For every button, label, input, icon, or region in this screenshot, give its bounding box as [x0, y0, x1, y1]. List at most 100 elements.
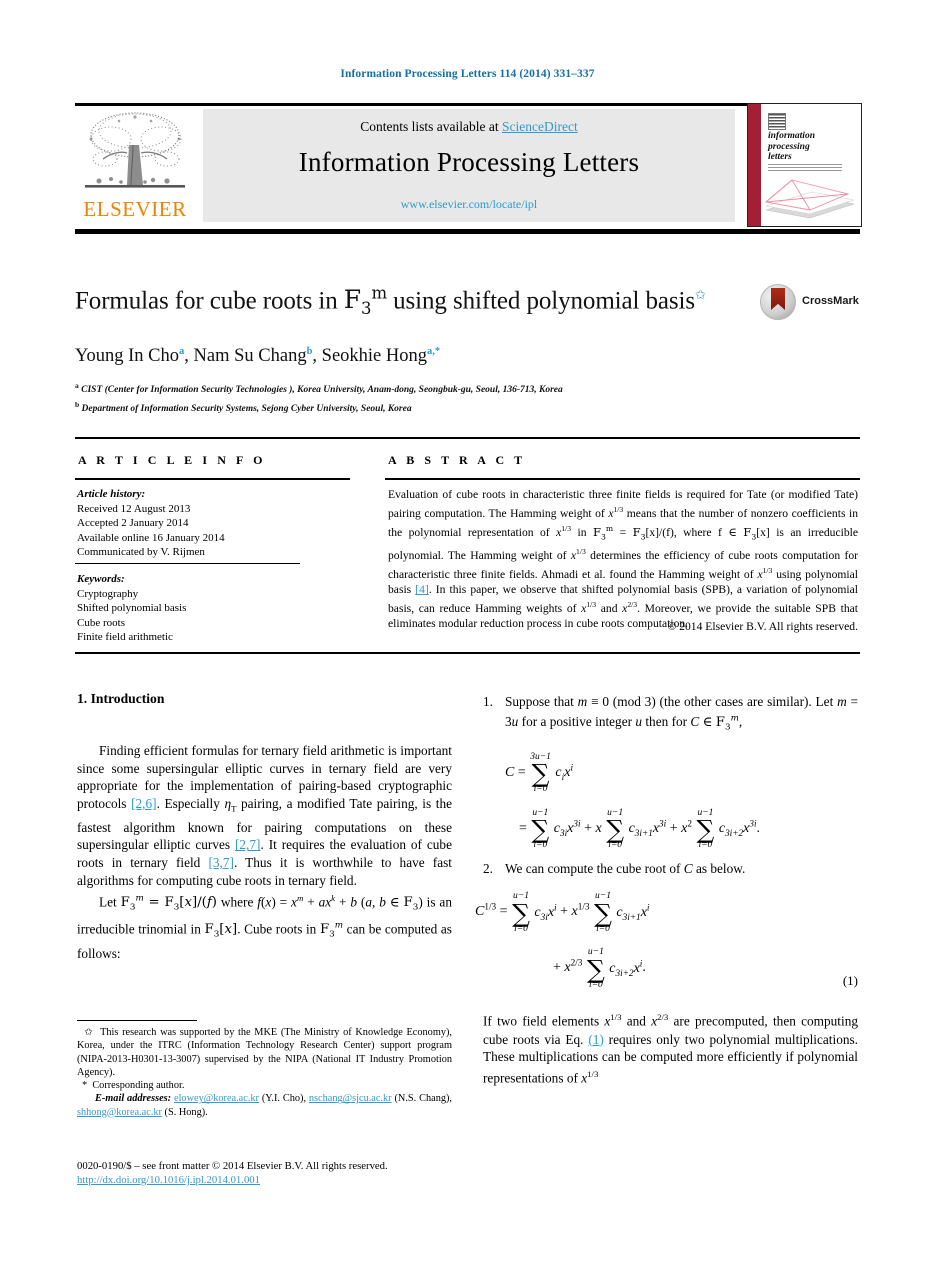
keyword-item: Finite field arithmetic: [77, 631, 173, 643]
citation-ref-4[interactable]: [4]: [415, 583, 429, 596]
history-keywords-divider: [75, 563, 300, 564]
email-addresses-label: E-mail addresses:: [95, 1093, 172, 1105]
numbered-list: 1. Suppose that m ≡ 0 (mod 3) (the other…: [483, 693, 858, 877]
math-inline: F3[x]: [204, 922, 238, 940]
section-title: Introduction: [90, 691, 165, 706]
title-part-2: using shifted polynomial basis: [387, 287, 695, 315]
equation-C-expansion: C = 3u−1 ∑ i=0 cixi: [505, 751, 574, 795]
author-affil-mark[interactable]: b: [307, 346, 313, 357]
cover-title-line-2: processing: [768, 141, 810, 152]
author-affil-mark[interactable]: a,*: [427, 346, 440, 357]
abstract-seg: [x]/(f), where f ∈: [645, 525, 744, 539]
running-head: Information Processing Letters 114 (2014…: [340, 68, 595, 80]
math-inline: F3m: [319, 920, 344, 940]
section-number: 1.: [77, 691, 88, 706]
author-list: Young In Choa, Nam Su Changb, Seokhie Ho…: [75, 346, 441, 367]
equation-1-line-2: + x2/3 u−1 ∑ i=0 c3i+2xi. (1): [553, 947, 858, 990]
summation-symbol: u−1 ∑ i=0: [594, 891, 612, 934]
author-name[interactable]: Nam Su Chang: [194, 346, 307, 366]
footnote-funding: ✩ This research was supported by the MKE…: [77, 1026, 452, 1079]
footnote-text: This research was supported by the MKE (…: [77, 1027, 452, 1078]
contents-band: Contents lists available at ScienceDirec…: [203, 109, 735, 222]
doi-link[interactable]: http://dx.doi.org/10.1016/j.ipl.2014.01.…: [77, 1174, 260, 1186]
article-info-heading: A R T I C L E I N F O: [78, 453, 267, 467]
abstract-text: Evaluation of cube roots in characterist…: [388, 487, 858, 631]
section-heading-introduction: 1. Introduction: [77, 690, 452, 708]
history-item: Available online 16 January 2014: [77, 531, 225, 544]
equation-ref-1[interactable]: (1): [588, 1032, 604, 1047]
crossmark-icon[interactable]: [760, 284, 796, 320]
crossmark-badge-group[interactable]: CrossMark: [760, 284, 860, 320]
email-link-cho[interactable]: elowey@korea.ac.kr: [174, 1093, 259, 1104]
summation-symbol: u−1 ∑ i=0: [512, 891, 530, 934]
field-symbol: F3: [743, 524, 757, 542]
affiliation-mark: b: [75, 400, 80, 410]
info-mid-rule-left: [75, 478, 350, 480]
elsevier-wordmark: ELSEVIER: [83, 197, 187, 221]
para-seg: . Cube roots in: [237, 921, 320, 937]
email-link-hong[interactable]: shhong@korea.ac.kr: [77, 1107, 162, 1118]
citation-ref-2-6[interactable]: [2,6]: [131, 796, 156, 811]
keyword-item: Cryptography: [77, 587, 139, 600]
page-title: Formulas for cube roots in F3m using shi…: [75, 278, 715, 324]
issn-footer: 0020-0190/$ – see front matter © 2014 El…: [77, 1159, 477, 1187]
history-item: Communicated by V. Rijmen: [77, 546, 205, 558]
footnote-mark: *: [82, 1080, 88, 1092]
cover-spine: [748, 104, 761, 226]
journal-masthead: ELSEVIER Contents lists available at Sci…: [75, 103, 862, 234]
cover-artwork-icon: [764, 179, 855, 219]
history-item: Accepted 2 January 2014: [77, 517, 189, 529]
footnote-emails: E-mail addresses: elowey@korea.ac.kr (Y.…: [77, 1093, 452, 1118]
math-exp: 1/3: [576, 547, 586, 557]
sciencedirect-link[interactable]: ScienceDirect: [502, 119, 578, 134]
author-name[interactable]: Young In Cho: [75, 346, 179, 366]
abstract-seg: in: [571, 525, 593, 539]
citation-ref-2-7[interactable]: [2,7]: [235, 837, 260, 852]
paragraph: If two field elements x1/3 and x2/3 are …: [483, 1009, 858, 1087]
affiliation-list: a CIST (Center for Information Security …: [75, 379, 860, 416]
math-exp: 2/3: [627, 600, 638, 610]
affiliation-mark: a: [75, 381, 79, 391]
list-item: 2. We can compute the cube root of C as …: [483, 860, 858, 878]
body-column-left: 1. Introduction Finding efficient formul…: [77, 690, 452, 962]
journal-title: Information Processing Letters: [298, 147, 640, 177]
field-symbol: F3: [632, 524, 646, 542]
author-affil-mark[interactable]: a: [179, 346, 184, 357]
keywords-label: Keywords:: [77, 573, 125, 585]
article-history-block: Article history: Received 12 August 2013…: [77, 487, 352, 560]
info-mid-rule-right: [385, 478, 860, 480]
math-exp: 1/3: [610, 1012, 622, 1023]
list-item-text: Suppose that m ≡ 0 (mod 3) (the other ca…: [505, 694, 858, 733]
cover-title-line-3: letters: [768, 152, 792, 162]
para-seg: and: [621, 1013, 652, 1029]
summation-symbol: u−1 ∑ i=0: [696, 807, 715, 851]
abstract-seg: and: [596, 602, 623, 616]
article-history-label: Article history:: [77, 488, 146, 500]
field-symbol: F3m: [592, 524, 614, 542]
email-link-chang[interactable]: nschang@sjcu.ac.kr: [309, 1093, 392, 1104]
math-inline: F3m = F3[x]/(f): [120, 893, 217, 913]
cover-title-text: information processing letters: [768, 131, 815, 163]
summation-symbol: u−1 ∑ i=0: [531, 807, 550, 851]
cover-subtitle-rules: [768, 164, 842, 172]
email-owner: (N.S. Chang): [394, 1093, 450, 1105]
abstract-heading: A B S T R A C T: [388, 453, 526, 467]
list-item-number: 1.: [483, 694, 493, 709]
para-seg: If two field elements: [483, 1013, 605, 1029]
equation-C-split: = u−1 ∑ i=0 c3ix3i + x u−1 ∑ i=0 c3i+1x3i + …: [519, 807, 761, 851]
title-footnote-mark[interactable]: ✩: [695, 287, 706, 302]
cover-mini-logo-icon: [768, 113, 786, 130]
author-name[interactable]: Seokhie Hong: [322, 346, 427, 366]
affiliation-text: CIST (Center for Information Security Te…: [81, 385, 563, 396]
footnote-text: Corresponding author.: [92, 1080, 185, 1092]
keywords-block: Keywords: Cryptography Shifted polynomia…: [77, 572, 352, 645]
abstract-copyright: © 2014 Elsevier B.V. All rights reserved…: [667, 620, 858, 633]
journal-url-link[interactable]: www.elsevier.com/locate/ipl: [203, 197, 735, 212]
citation-ref-3-7[interactable]: [3,7]: [208, 855, 233, 870]
math-inline: f: [257, 894, 261, 910]
math-exp: 1/3: [586, 600, 597, 610]
affiliation-item: b Department of Information Security Sys…: [75, 398, 860, 417]
email-owner: (Y.I. Cho): [261, 1093, 304, 1105]
contents-available-line: Contents lists available at ScienceDirec…: [203, 119, 735, 135]
summation-symbol: 3u−1 ∑ i=0: [530, 751, 551, 795]
